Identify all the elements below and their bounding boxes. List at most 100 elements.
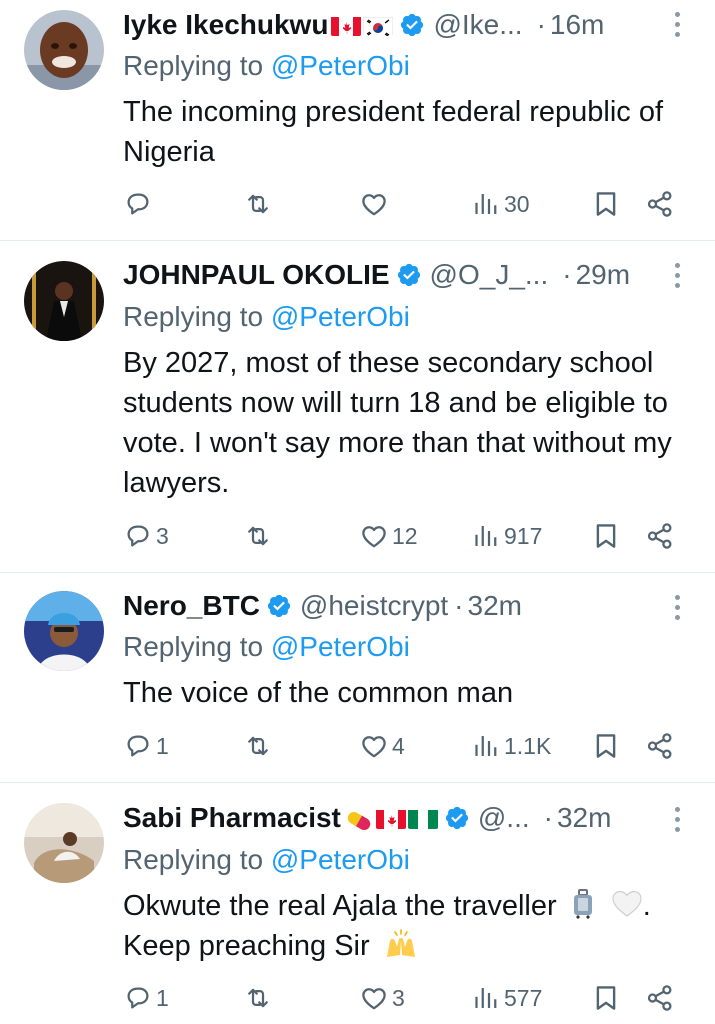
mention-link[interactable]: @PeterObi: [271, 844, 410, 875]
replying-to: Replying to @PeterObi: [123, 631, 410, 663]
tweet-header: Sabi Pharmacist @... · 32m: [123, 798, 687, 838]
timestamp[interactable]: 32m: [468, 590, 522, 622]
share-icon: [645, 983, 675, 1013]
replying-to-label: Replying to: [123, 631, 271, 662]
view-count: 30: [504, 190, 530, 217]
tweet-header: JOHNPAUL OKOLIE @O_J_... · 29m: [123, 255, 687, 295]
display-name[interactable]: JOHNPAUL OKOLIE: [123, 259, 390, 291]
bookmark-button[interactable]: [591, 184, 621, 224]
views-button[interactable]: 917: [471, 516, 542, 556]
avatar[interactable]: [24, 10, 104, 90]
more-vertical-icon[interactable]: [673, 12, 681, 37]
share-button[interactable]: [645, 184, 675, 224]
tweet-header: Iyke Ikechukwu @Ike... · 16m: [123, 5, 687, 45]
bookmark-button[interactable]: [591, 978, 621, 1018]
timestamp[interactable]: 32m: [557, 802, 611, 834]
username[interactable]: @...: [478, 802, 530, 834]
views-icon: [471, 189, 501, 219]
username[interactable]: @O_J_...: [430, 259, 549, 291]
username[interactable]: @Ike...: [433, 9, 522, 41]
tweet-4[interactable]: Sabi Pharmacist @... · 32m Replying to @…: [0, 783, 715, 1024]
avatar-photo: [24, 591, 104, 671]
reply-button[interactable]: 3: [123, 516, 169, 556]
heart-icon: [359, 189, 389, 219]
tweet-2[interactable]: JOHNPAUL OKOLIE @O_J_... · 29m Replying …: [0, 241, 715, 573]
canada-flag-icon: [331, 14, 362, 36]
views-button[interactable]: 577: [471, 978, 542, 1018]
like-count: 12: [392, 522, 418, 549]
tweet-3[interactable]: Nero_BTC @heistcrypt · 32m Replying to @…: [0, 573, 715, 783]
reply-icon: [123, 189, 153, 219]
avatar[interactable]: [24, 591, 104, 671]
action-bar: 3 12 917: [123, 516, 683, 556]
reply-icon: [123, 521, 153, 551]
share-button[interactable]: [645, 726, 675, 766]
reply-count: 1: [156, 732, 169, 759]
replying-to: Replying to @PeterObi: [123, 50, 410, 82]
white-heart-icon: [611, 889, 643, 919]
tweet-text: Okwute the real Ajala the traveller . Ke…: [123, 886, 693, 966]
tweet-header: Nero_BTC @heistcrypt · 32m: [123, 586, 687, 626]
mention-link[interactable]: @PeterObi: [271, 50, 410, 81]
south-korea-flag-icon: [363, 14, 394, 36]
mention-link[interactable]: @PeterObi: [271, 631, 410, 662]
replying-to-label: Replying to: [123, 50, 271, 81]
action-bar: 1 3 577: [123, 978, 683, 1018]
tweet-1[interactable]: Iyke Ikechukwu @Ike... · 16m Replying to…: [0, 0, 715, 241]
retweet-button[interactable]: [243, 978, 276, 1018]
mention-link[interactable]: @PeterObi: [271, 301, 410, 332]
tweet-text: By 2027, most of these secondary school …: [123, 347, 672, 499]
display-name[interactable]: Nero_BTC: [123, 590, 260, 622]
avatar[interactable]: [24, 803, 104, 883]
like-button[interactable]: 12: [359, 516, 418, 556]
username[interactable]: @heistcrypt: [300, 590, 448, 622]
more-vertical-icon[interactable]: [673, 595, 681, 620]
views-icon: [471, 521, 501, 551]
reply-icon: [123, 731, 153, 761]
action-bar: 30: [123, 184, 683, 224]
retweet-button[interactable]: [243, 184, 276, 224]
like-count: 3: [392, 984, 405, 1011]
bookmark-button[interactable]: [591, 726, 621, 766]
reply-button[interactable]: [123, 184, 156, 224]
avatar-photo: [24, 261, 104, 341]
verified-badge-icon: [444, 805, 470, 831]
like-button[interactable]: [359, 184, 392, 224]
replying-to-label: Replying to: [123, 301, 271, 332]
like-button[interactable]: 3: [359, 978, 405, 1018]
more-vertical-icon[interactable]: [673, 263, 681, 288]
heart-icon: [359, 521, 389, 551]
replying-to-label: Replying to: [123, 844, 271, 875]
more-vertical-icon[interactable]: [673, 807, 681, 832]
timestamp[interactable]: 16m: [550, 9, 604, 41]
heart-icon: [359, 731, 389, 761]
retweet-button[interactable]: [243, 726, 276, 766]
reply-button[interactable]: 1: [123, 726, 169, 766]
retweet-button[interactable]: [243, 516, 276, 556]
tweet-text-part: .: [642, 890, 651, 922]
bookmark-button[interactable]: [591, 516, 621, 556]
share-button[interactable]: [645, 516, 675, 556]
views-button[interactable]: 1.1K: [471, 726, 551, 766]
like-button[interactable]: 4: [359, 726, 405, 766]
bookmark-icon: [591, 189, 621, 219]
display-name[interactable]: Iyke Ikechukwu: [123, 9, 328, 41]
reply-count: 1: [156, 984, 169, 1011]
tweet-text-line: Okwute the real Ajala the traveller .: [123, 886, 693, 926]
avatar[interactable]: [24, 261, 104, 341]
avatar-photo: [24, 10, 104, 90]
reply-icon: [123, 983, 153, 1013]
tweet-text-part: Okwute the real Ajala the traveller: [123, 890, 557, 922]
tweet-text-line: Keep preaching Sir: [123, 926, 693, 966]
view-count: 577: [504, 984, 543, 1011]
verified-badge-icon: [396, 262, 422, 288]
reply-button[interactable]: 1: [123, 978, 169, 1018]
tweet-text: The voice of the common man: [123, 677, 514, 709]
heart-icon: [359, 983, 389, 1013]
timestamp[interactable]: 29m: [576, 259, 630, 291]
avatar-photo: [24, 803, 104, 883]
display-name[interactable]: Sabi Pharmacist: [123, 802, 341, 834]
share-button[interactable]: [645, 978, 675, 1018]
views-button[interactable]: 30: [471, 184, 530, 224]
like-count: 4: [392, 732, 405, 759]
